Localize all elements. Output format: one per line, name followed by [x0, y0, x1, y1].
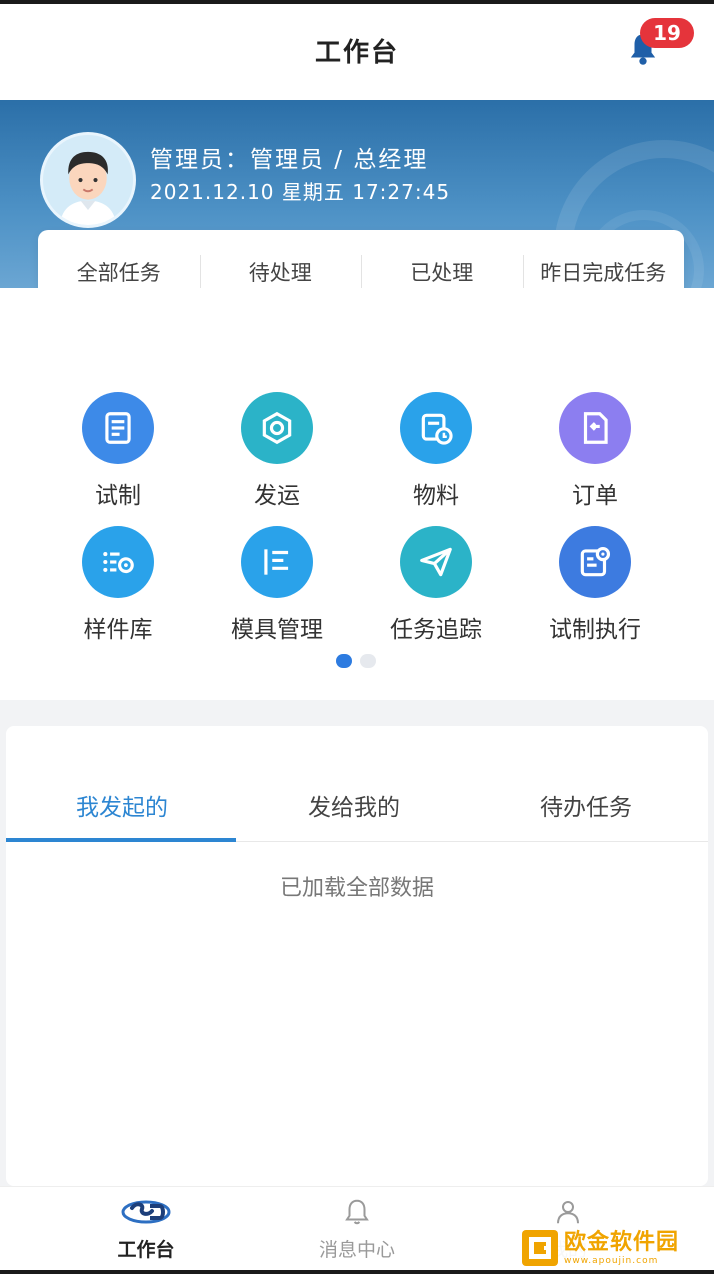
stat-label: 已处理 [410, 261, 474, 285]
task-tabs: 我发起的 发给我的 待办任务 [6, 768, 708, 842]
module-icon-bg [82, 392, 154, 464]
paper-plane-icon [420, 547, 452, 577]
watermark-logo-icon [522, 1230, 558, 1266]
list-status-text: 已加载全部数据 [279, 876, 434, 901]
module-grid: 试制 发运 物料 订单 样件库 模具管理 任务追踪 试制执行 [0, 288, 714, 700]
tab-todo-tasks[interactable]: 待办任务 [470, 788, 702, 822]
module-icon-bg [400, 392, 472, 464]
app-header: 工作台 19 [0, 4, 714, 100]
module-icon-bg [241, 392, 313, 464]
sample-library-icon [103, 552, 134, 574]
module-label: 模具管理 [231, 617, 323, 643]
page-dot[interactable] [360, 654, 376, 668]
watermark-url: www.apoujin.com [564, 1256, 659, 1266]
tabbar-label: 消息中心 [318, 1239, 395, 1261]
module-shipping[interactable]: 发运 [197, 392, 357, 510]
workbench-logo-icon [121, 1200, 171, 1224]
bell-icon [345, 1199, 369, 1225]
active-tab-indicator [6, 838, 236, 842]
module-icon-bg [559, 392, 631, 464]
avatar-icon [43, 135, 133, 225]
current-datetime: 2021.12.10 星期五 17:27:45 [150, 180, 451, 204]
module-label: 订单 [572, 483, 618, 509]
module-label: 物料 [413, 483, 459, 509]
execution-icon [580, 546, 611, 577]
module-icon-bg [559, 526, 631, 598]
avatar[interactable] [40, 132, 136, 228]
module-label: 试制 [95, 483, 141, 509]
module-task-tracking[interactable]: 任务追踪 [356, 526, 516, 644]
module-icon-bg [241, 526, 313, 598]
module-mold-management[interactable]: 模具管理 [197, 526, 357, 644]
module-sample-library[interactable]: 样件库 [38, 526, 198, 644]
document-icon [105, 412, 131, 444]
module-icon-bg [400, 526, 472, 598]
stat-label: 昨日完成任务 [540, 261, 667, 285]
page-dot-active[interactable] [336, 654, 352, 668]
module-order[interactable]: 订单 [515, 392, 675, 510]
page-indicator [336, 654, 380, 668]
page-title: 工作台 [314, 38, 399, 68]
module-label: 任务追踪 [390, 617, 482, 643]
tab-sent-to-me[interactable]: 发给我的 [238, 788, 470, 822]
module-trial-production[interactable]: 试制 [38, 392, 198, 510]
tabbar-message-center[interactable]: 消息中心 [287, 1195, 427, 1262]
watermark-title: 欧金软件园 [564, 1230, 680, 1255]
shipping-icon [262, 411, 292, 445]
task-panel: 我发起的 发给我的 待办任务 已加载全部数据 [6, 726, 708, 1186]
material-clock-icon [421, 413, 453, 445]
module-label: 发运 [254, 483, 300, 509]
tab-initiated-by-me[interactable]: 我发起的 [6, 788, 238, 822]
order-icon [583, 412, 608, 444]
tabbar-workbench[interactable]: 工作台 [76, 1195, 216, 1262]
tabbar-label: 工作台 [117, 1239, 175, 1261]
user-name-role: 管理员：管理员 / 总经理 [150, 147, 429, 173]
stat-label: 全部任务 [76, 261, 161, 285]
module-trial-execution[interactable]: 试制执行 [515, 526, 675, 644]
user-icon [557, 1201, 579, 1224]
notification-badge: 19 [640, 18, 694, 48]
module-material[interactable]: 物料 [356, 392, 516, 510]
stat-label: 待处理 [248, 261, 312, 285]
watermark: 欧金软件园 www.apoujin.com [516, 1224, 710, 1272]
module-label: 样件库 [83, 617, 153, 643]
module-icon-bg [82, 526, 154, 598]
bottom-strip [0, 1270, 714, 1274]
mold-list-icon [264, 549, 289, 575]
module-label: 试制执行 [549, 617, 641, 643]
